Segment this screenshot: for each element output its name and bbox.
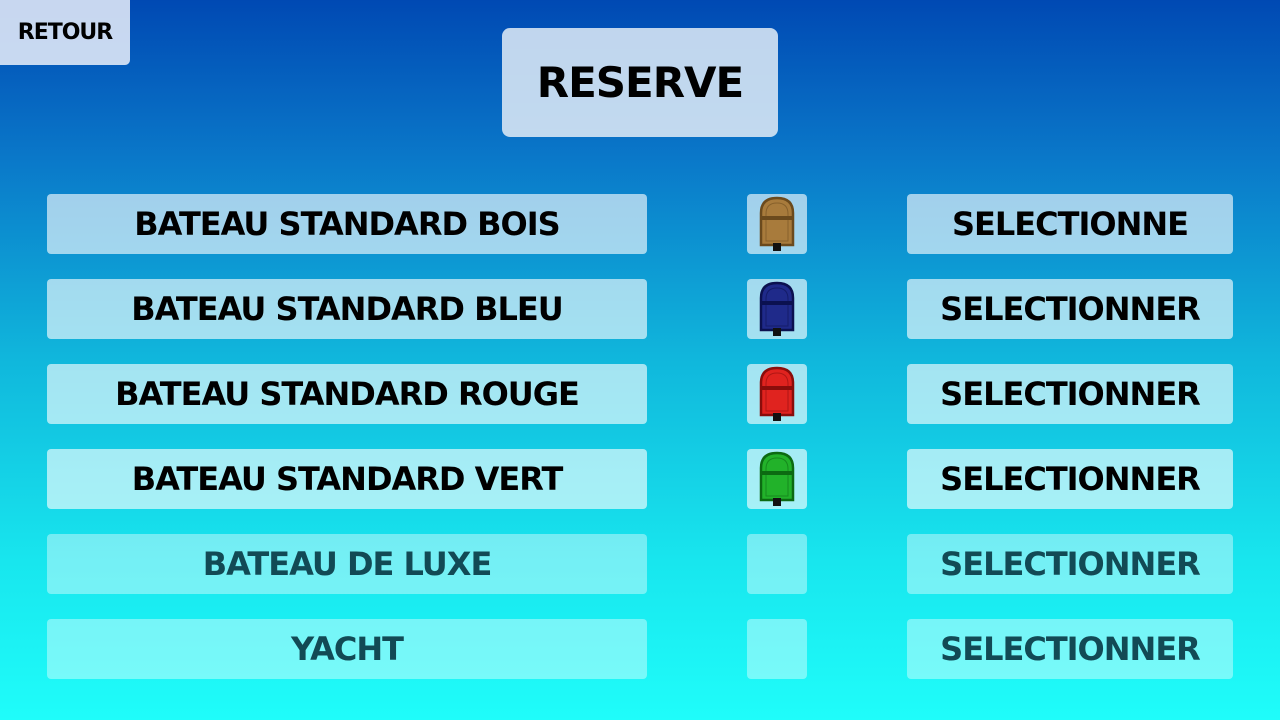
boat-name-label: BATEAU STANDARD BOIS (134, 205, 560, 243)
wooden-boat-icon (747, 194, 807, 254)
red-boat-icon (747, 364, 807, 424)
select-button-row-2[interactable]: SELECTIONNER (907, 279, 1233, 339)
boat-name-label: BATEAU DE LUXE (202, 545, 493, 583)
select-button-row-6[interactable]: SELECTIONNER (907, 619, 1233, 679)
blue-boat-icon (747, 279, 807, 339)
blue-boat-icon-graphic (759, 281, 795, 336)
boat-name-label: BATEAU STANDARD ROUGE (115, 375, 580, 413)
back-button[interactable]: RETOUR (0, 0, 130, 65)
boat-name-row-6: YACHT (47, 619, 647, 679)
select-button-label: SELECTIONNER (940, 290, 1201, 328)
select-button-label: SELECTIONNER (940, 460, 1201, 498)
empty-boat-slot (747, 619, 807, 679)
select-button-row-4[interactable]: SELECTIONNER (907, 449, 1233, 509)
page-title-label: RESERVE (536, 58, 745, 107)
boat-name-row-1: BATEAU STANDARD BOIS (47, 194, 647, 254)
wooden-boat-icon-graphic (759, 196, 795, 251)
select-button-label: SELECTIONNER (940, 630, 1201, 668)
red-boat-icon-graphic (759, 366, 795, 421)
page-title: RESERVE (502, 28, 778, 137)
select-button-label: SELECTIONNER (940, 545, 1201, 583)
select-button-row-1[interactable]: SELECTIONNE (907, 194, 1233, 254)
boat-name-row-4: BATEAU STANDARD VERT (47, 449, 647, 509)
select-button-row-5[interactable]: SELECTIONNER (907, 534, 1233, 594)
boat-name-row-5: BATEAU DE LUXE (47, 534, 647, 594)
empty-boat-slot (747, 534, 807, 594)
select-button-row-3[interactable]: SELECTIONNER (907, 364, 1233, 424)
boat-name-row-2: BATEAU STANDARD BLEU (47, 279, 647, 339)
green-boat-icon (747, 449, 807, 509)
back-button-label: RETOUR (17, 20, 113, 45)
boat-name-label: BATEAU STANDARD VERT (131, 460, 564, 498)
green-boat-icon-graphic (759, 451, 795, 506)
boat-name-row-3: BATEAU STANDARD ROUGE (47, 364, 647, 424)
boat-name-label: YACHT (291, 630, 404, 668)
select-button-label: SELECTIONNE (952, 205, 1189, 243)
select-button-label: SELECTIONNER (940, 375, 1201, 413)
boat-name-label: BATEAU STANDARD BLEU (131, 290, 563, 328)
